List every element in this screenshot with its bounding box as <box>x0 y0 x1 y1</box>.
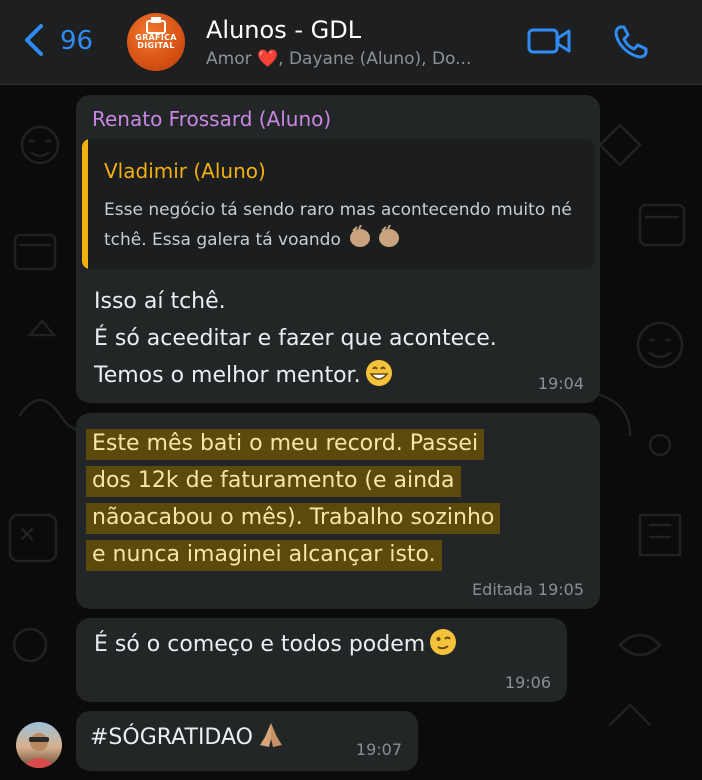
message-time: 19:06 <box>504 673 551 692</box>
message-text: Este mês bati o meu record. Passei dos 1… <box>86 425 596 573</box>
quoted-message[interactable]: Vladimir (Aluno) Esse negócio tá sendo r… <box>82 139 594 269</box>
message-time: 19:07 <box>355 740 402 759</box>
heart-icon: ❤️ <box>256 49 279 69</box>
winking-face-icon <box>430 629 457 655</box>
highlight: dos 12k de faturamento (e ainda <box>86 466 461 497</box>
message-text: #SÓGRATIDAO <box>90 719 285 756</box>
group-members: Amor ❤️, Dayane (Aluno), Do... <box>206 49 472 69</box>
group-title[interactable]: Alunos - GDL <box>206 16 361 44</box>
avatar-logo-text: GRÁFICA DIGITAL <box>135 33 177 50</box>
edited-label: Editada <box>472 580 533 599</box>
highlight: nãoacabou o mês). Trabalho sozinho <box>86 503 501 534</box>
quote-author: Vladimir (Aluno) <box>104 159 266 183</box>
message-bubble[interactable]: É só o começo e todos podem 19:06 <box>76 618 567 702</box>
voice-call-button[interactable] <box>613 24 649 64</box>
message-text: Isso aí tchê. É só aceeditar e fazer que… <box>94 289 497 388</box>
person-photo-icon <box>22 733 56 768</box>
chevron-left-icon <box>25 24 43 56</box>
sender-avatar[interactable] <box>16 722 62 768</box>
highlight: Este mês bati o meu record. Passei <box>86 429 485 460</box>
message-bubble[interactable]: Renato Frossard (Aluno) Vladimir (Aluno)… <box>76 95 600 403</box>
chat-header: 96 GRÁFICA DIGITAL Alunos - GDL Amor ❤️,… <box>0 0 702 85</box>
message-bubble[interactable]: Este mês bati o meu record. Passei dos 1… <box>76 413 600 609</box>
video-call-button[interactable] <box>527 24 573 62</box>
back-button[interactable]: 96 <box>22 22 94 62</box>
sender-name[interactable]: Renato Frossard (Aluno) <box>92 107 331 131</box>
quote-bar <box>82 139 88 269</box>
grinning-face-icon <box>365 360 392 386</box>
message-time: Editada 19:05 <box>472 580 584 599</box>
phone-icon <box>614 25 648 59</box>
folded-hands-icon <box>259 723 282 747</box>
clapping-hands-icon <box>349 225 399 247</box>
quote-text: Esse negócio tá sendo raro mas acontecen… <box>104 200 572 250</box>
group-avatar[interactable]: GRÁFICA DIGITAL <box>127 13 185 71</box>
video-call-icon <box>527 28 571 54</box>
message-text: É só o começo e todos podem <box>94 626 457 663</box>
unread-count: 96 <box>60 26 94 56</box>
highlight: e nunca imaginei alcançar isto. <box>86 540 442 571</box>
message-time: 19:04 <box>537 374 584 393</box>
message-bubble[interactable]: #SÓGRATIDAO 19:07 <box>76 711 418 771</box>
